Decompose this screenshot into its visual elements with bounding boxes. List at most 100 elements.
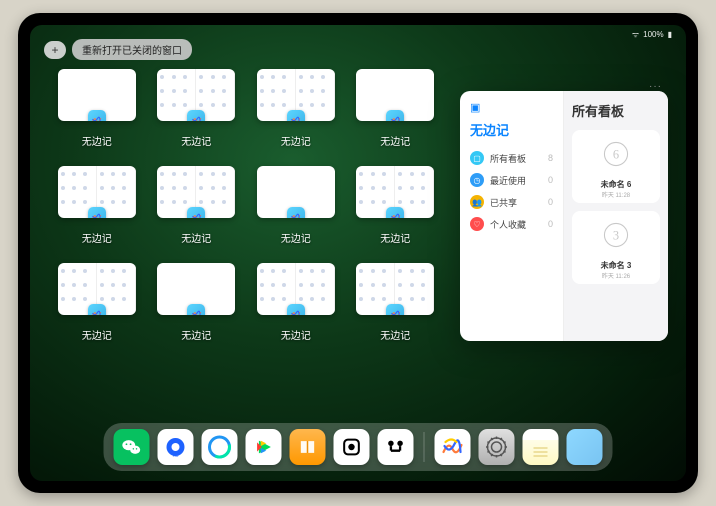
window-thumb[interactable]: 无边记 — [156, 69, 238, 148]
window-label: 无边记 — [281, 327, 311, 342]
menu-count: 0 — [548, 175, 553, 185]
ipad-frame: ᯤ 100% ▮ + 重新打开已关闭的窗口 无边记无边记无边记无边记无边记无边记… — [18, 13, 698, 493]
dock-qqbrowser[interactable]: HD — [158, 429, 194, 465]
window-thumb[interactable]: 无边记 — [355, 263, 437, 342]
board-title: 未命名 3 — [578, 260, 654, 271]
window-preview — [356, 69, 434, 121]
window-thumb[interactable]: 无边记 — [56, 69, 138, 148]
window-thumb[interactable]: 无边记 — [255, 69, 337, 148]
window-thumb[interactable]: 无边记 — [355, 69, 437, 148]
board-sketch: 6 — [598, 138, 634, 170]
window-thumb[interactable]: 无边记 — [156, 263, 238, 342]
dock-notability[interactable] — [378, 429, 414, 465]
window-label: 无边记 — [281, 230, 311, 245]
dock: HD — [104, 423, 613, 471]
window-label: 无边记 — [380, 327, 410, 342]
menu-label: 所有看板 — [490, 152, 526, 165]
window-preview — [257, 69, 335, 121]
window-thumb[interactable]: 无边记 — [56, 166, 138, 245]
board-card[interactable]: 6 未命名 6 昨天 11:28 — [572, 130, 660, 203]
plus-icon: + — [51, 43, 58, 57]
window-label: 无边记 — [181, 230, 211, 245]
svg-text:HD: HD — [173, 453, 179, 458]
reopen-label: 重新打开已关闭的窗口 — [82, 46, 182, 57]
svg-text:3: 3 — [613, 228, 619, 242]
menu-all-boards[interactable]: ▢ 所有看板 8 — [470, 147, 553, 169]
menu-favorites[interactable]: ♡个人收藏0 — [470, 213, 553, 235]
window-preview — [58, 263, 136, 315]
dock-freeform[interactable] — [435, 429, 471, 465]
dock-separator — [424, 432, 425, 462]
window-label: 无边记 — [82, 327, 112, 342]
window-label: 无边记 — [82, 230, 112, 245]
window-thumb[interactable]: 无边记 — [56, 263, 138, 342]
freeform-icon — [386, 110, 404, 121]
freeform-icon — [187, 207, 205, 218]
freeform-popup: ▣ 无边记 ▢所有看板8◷最近使用0👥已共享0♡个人收藏0 所有看板 6 未命名… — [460, 91, 668, 341]
window-label: 无边记 — [181, 327, 211, 342]
menu-shared[interactable]: 👥 已共享 0 — [470, 191, 553, 213]
window-preview — [58, 69, 136, 121]
window-label: 无边记 — [181, 133, 211, 148]
screen: ᯤ 100% ▮ + 重新打开已关闭的窗口 无边记无边记无边记无边记无边记无边记… — [30, 25, 686, 481]
window-preview — [58, 166, 136, 218]
window-label: 无边记 — [380, 230, 410, 245]
sidebar-toggle-icon[interactable]: ▣ — [470, 101, 553, 114]
shared-icon: 👥 — [470, 195, 484, 209]
freeform-icon — [88, 110, 106, 121]
dock-wechat[interactable] — [114, 429, 150, 465]
battery-icon: ▮ — [668, 30, 672, 39]
app-switcher-grid: 无边记无边记无边记无边记无边记无边记无边记无边记无边记无边记无边记无边记 — [56, 69, 436, 360]
dock-inshot[interactable] — [334, 429, 370, 465]
menu-count: 0 — [548, 219, 553, 229]
dock-qq[interactable] — [202, 429, 238, 465]
add-window-button[interactable]: + — [44, 41, 66, 59]
popup-boards: 所有看板 6 未命名 6 昨天 11:28 3 未命名 3 昨天 11:26 — [564, 91, 668, 341]
window-preview — [356, 263, 434, 315]
window-thumb[interactable]: 无边记 — [255, 263, 337, 342]
window-preview — [257, 166, 335, 218]
popup-title: 无边记 — [470, 120, 553, 139]
freeform-icon — [88, 304, 106, 315]
window-label: 无边记 — [281, 133, 311, 148]
board-title: 未命名 6 — [578, 179, 654, 190]
board-sketch: 3 — [598, 219, 634, 251]
freeform-icon — [187, 110, 205, 121]
window-thumb[interactable]: 无边记 — [156, 166, 238, 245]
all-boards-icon: ▢ — [470, 151, 484, 165]
dock-notes[interactable] — [523, 429, 559, 465]
freeform-icon — [88, 207, 106, 218]
dock-iqiyi[interactable] — [246, 429, 282, 465]
window-thumb[interactable]: 无边记 — [255, 166, 337, 245]
window-thumb[interactable]: 无边记 — [355, 166, 437, 245]
battery-label: 100% — [643, 30, 663, 39]
freeform-icon — [287, 110, 305, 121]
freeform-icon — [386, 304, 404, 315]
freeform-icon — [187, 304, 205, 315]
reopen-closed-button[interactable]: 重新打开已关闭的窗口 — [72, 39, 192, 60]
recent-icon: ◷ — [470, 173, 484, 187]
window-preview — [356, 166, 434, 218]
svg-text:6: 6 — [613, 147, 619, 161]
dock-app-library[interactable] — [567, 429, 603, 465]
window-preview — [157, 263, 235, 315]
menu-label: 最近使用 — [490, 174, 526, 187]
dock-settings[interactable] — [479, 429, 515, 465]
popup-sidebar: ▣ 无边记 ▢所有看板8◷最近使用0👥已共享0♡个人收藏0 — [460, 91, 564, 341]
window-preview — [257, 263, 335, 315]
window-preview — [157, 69, 235, 121]
freeform-icon — [287, 207, 305, 218]
menu-count: 0 — [548, 197, 553, 207]
board-subtitle: 昨天 11:26 — [578, 271, 654, 280]
menu-count: 8 — [548, 153, 553, 163]
freeform-icon — [287, 304, 305, 315]
menu-label: 个人收藏 — [490, 218, 526, 231]
window-label: 无边记 — [380, 133, 410, 148]
window-label: 无边记 — [82, 133, 112, 148]
board-card[interactable]: 3 未命名 3 昨天 11:26 — [572, 211, 660, 284]
board-subtitle: 昨天 11:28 — [578, 190, 654, 199]
freeform-icon — [386, 207, 404, 218]
menu-label: 已共享 — [490, 196, 517, 209]
menu-recent[interactable]: ◷ 最近使用 0 — [470, 169, 553, 191]
dock-books[interactable] — [290, 429, 326, 465]
